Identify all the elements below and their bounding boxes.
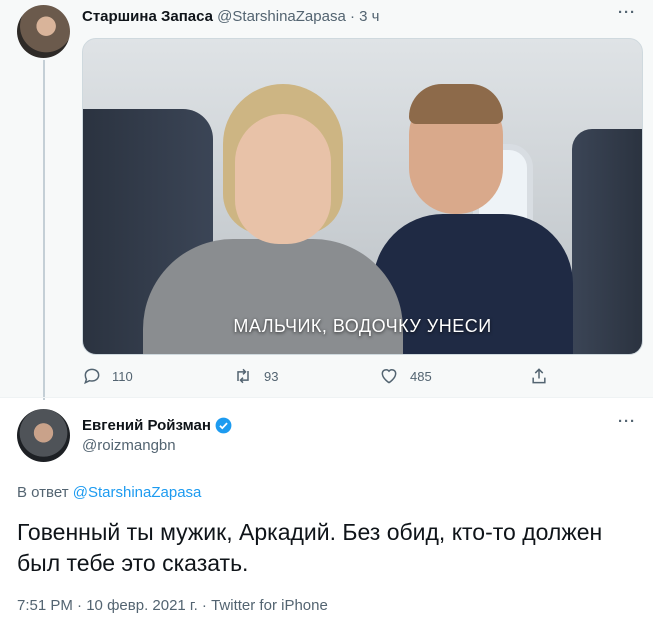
like-count: 485 xyxy=(410,368,432,384)
like-button[interactable]: 485 xyxy=(378,366,432,386)
parent-tweet[interactable]: Старшина Запаса @StarshinaZapasa · 3 ч ·… xyxy=(0,0,653,400)
retweet-button[interactable]: 93 xyxy=(232,366,278,386)
tweet-media-video[interactable]: МАЛЬЧИК, ВОДОЧКУ УНЕСИ xyxy=(82,38,643,355)
avatar[interactable] xyxy=(17,409,70,462)
more-icon[interactable]: ··· xyxy=(618,413,636,430)
tweet-text: Говенный ты мужик, Аркадий. Без обид, кт… xyxy=(17,519,603,576)
retweet-icon xyxy=(237,368,249,384)
meta-separator: · xyxy=(72,597,87,614)
separator: · xyxy=(349,8,355,25)
author-handle[interactable]: @roizmangbn xyxy=(82,437,176,454)
author-name-row[interactable]: Евгений Ройзман xyxy=(82,416,233,435)
share-button[interactable] xyxy=(529,366,559,386)
meta-separator: · xyxy=(197,597,212,614)
tweet-time[interactable]: 3 ч xyxy=(359,8,379,25)
reply-icon xyxy=(84,368,100,385)
like-icon xyxy=(381,369,397,384)
author-handle[interactable]: @StarshinaZapasa xyxy=(217,8,346,25)
author-name[interactable]: Евгений Ройзман xyxy=(82,417,211,434)
media-caption: МАЛЬЧИК, ВОДОЧКУ УНЕСИ xyxy=(233,316,492,336)
retweet-count: 93 xyxy=(264,368,279,384)
author-name[interactable]: Старшина Запаса xyxy=(82,8,213,25)
media-person-right xyxy=(373,79,573,354)
divider xyxy=(0,397,653,398)
thread-connector xyxy=(43,60,45,400)
reply-to-link[interactable]: @StarshinaZapasa xyxy=(73,484,202,501)
parent-tweet-header: Старшина Запаса @StarshinaZapasa · 3 ч xyxy=(82,8,379,25)
media-person-left xyxy=(143,84,403,354)
tweet-time[interactable]: 7:51 PM xyxy=(17,597,73,614)
tweet-date[interactable]: 10 февр. 2021 г. xyxy=(86,597,198,614)
share-icon xyxy=(532,368,546,384)
reply-count: 110 xyxy=(112,368,133,384)
reply-context: В ответ @StarshinaZapasa xyxy=(17,484,201,501)
reply-button[interactable]: 110 xyxy=(82,366,133,386)
more-icon[interactable]: ··· xyxy=(618,4,636,21)
tweet-meta: 7:51 PM · 10 февр. 2021 г. · Twitter for… xyxy=(17,597,328,614)
verified-badge-icon xyxy=(215,417,232,434)
tweet-source[interactable]: Twitter for iPhone xyxy=(211,597,328,614)
avatar[interactable] xyxy=(17,5,70,58)
reply-prefix: В ответ xyxy=(17,484,69,501)
